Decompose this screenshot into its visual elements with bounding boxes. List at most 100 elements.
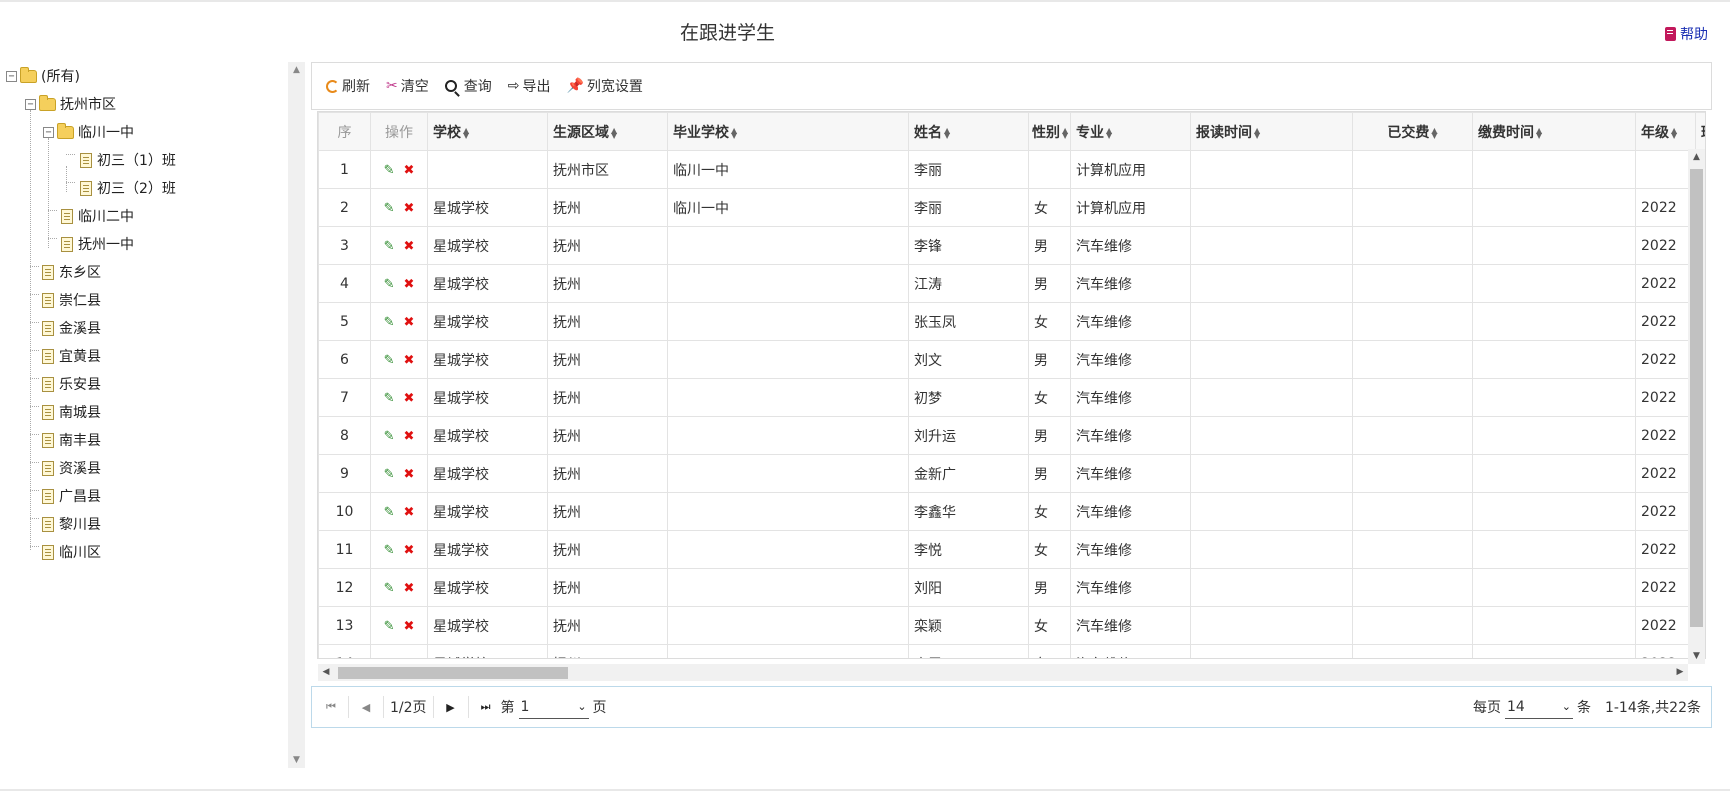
delete-icon[interactable]: ✖ [404,657,415,659]
table-row[interactable]: 14✎✖星城学校抚州秦雪女汽车维修2022 [318,644,1705,659]
table-row[interactable]: 12 ✎ ✖ 星城学校 抚州 刘阳男汽车维修 2022 [318,568,1705,607]
edit-icon[interactable]: ✎ [384,505,395,520]
collapse-icon[interactable]: − [25,98,36,110]
first-page-button[interactable]: ⏮ [320,696,342,718]
scrollbar-thumb[interactable] [1690,169,1703,627]
query-button[interactable]: 查询 [444,76,492,96]
table-row[interactable]: 2 ✎ ✖ 星城学校 抚州 临川一中 李丽女计算机应用 2022 [318,188,1705,227]
table-row[interactable]: 4 ✎ ✖ 星城学校 抚州 江涛男汽车维修 2022 [318,264,1705,303]
sort-icon[interactable]: ▲ ▼ [1254,126,1260,139]
edit-icon[interactable]: ✎ [384,467,395,482]
edit-icon[interactable]: ✎ [384,581,395,596]
column-header-gender[interactable]: 性别 ▲ ▼ [1028,112,1071,151]
edit-icon[interactable]: ✎ [384,239,395,254]
tree-node-county[interactable]: 南城县 [42,400,101,424]
table-row[interactable]: 6 ✎ ✖ 星城学校 抚州 刘文男汽车维修 2022 [318,340,1705,379]
tree-node-county[interactable]: 黎川县 [42,512,101,536]
delete-icon[interactable]: ✖ [404,315,415,330]
delete-icon[interactable]: ✖ [404,353,415,368]
table-row[interactable]: 7 ✎ ✖ 星城学校 抚州 初梦女汽车维修 2022 [318,378,1705,417]
table-row[interactable]: 13 ✎ ✖ 星城学校 抚州 栾颖女汽车维修 2022 [318,606,1705,645]
sort-icon[interactable]: ▲ ▼ [1431,126,1437,139]
tree-node-all[interactable]: − (所有) [6,64,80,88]
table-row[interactable]: 3 ✎ ✖ 星城学校 抚州 李锋男汽车维修 2022 [318,226,1705,265]
grid-horizontal-scrollbar[interactable]: ◀ ▶ [318,664,1688,681]
edit-icon[interactable]: ✎ [384,619,395,634]
scrollbar-thumb[interactable] [338,667,568,679]
table-row[interactable]: 1 ✎ ✖ 抚州市区 临川一中 李丽 计算机应用 [318,150,1705,189]
tree-node-county[interactable]: 临川区 [42,540,101,564]
delete-icon[interactable]: ✖ [404,543,415,558]
scroll-down-arrow-icon[interactable]: ▼ [1688,648,1705,664]
column-header-region[interactable]: 生源区域 ▲ ▼ [547,112,668,151]
tree-node-county[interactable]: 宜黄县 [42,344,101,368]
column-header-major[interactable]: 专业 ▲ ▼ [1070,112,1191,151]
scroll-right-arrow-icon[interactable]: ▶ [1672,664,1688,681]
tree-node-school-2[interactable]: 临川二中 [61,204,134,228]
column-settings-button[interactable]: 📌 列宽设置 [566,76,642,96]
delete-icon[interactable]: ✖ [404,581,415,596]
edit-icon[interactable]: ✎ [384,315,395,330]
tree-node-school-3[interactable]: 抚州一中 [61,232,134,256]
column-header-grade[interactable]: 年级 ▲ ▼ [1635,112,1696,151]
delete-icon[interactable]: ✖ [404,239,415,254]
sort-icon[interactable]: ▲ ▼ [944,126,950,139]
sort-icon[interactable]: ▲ ▼ [731,126,737,139]
tree-node-county[interactable]: 崇仁县 [42,288,101,312]
edit-icon[interactable]: ✎ [384,201,395,216]
column-header-enroll-time[interactable]: 报读时间 ▲ ▼ [1190,112,1353,151]
tree-node-class-1[interactable]: 初三（1）班 [80,148,176,172]
column-header-extra[interactable]: 班 [1695,112,1705,151]
delete-icon[interactable]: ✖ [404,619,415,634]
edit-icon[interactable]: ✎ [384,163,395,178]
delete-icon[interactable]: ✖ [404,163,415,178]
sort-icon[interactable]: ▲ ▼ [1062,126,1068,139]
delete-icon[interactable]: ✖ [404,277,415,292]
column-header-paid[interactable]: 已交费 ▲ ▼ [1352,112,1473,151]
tree-node-class-2[interactable]: 初三（2）班 [80,176,176,200]
export-button[interactable]: ⇨ 导出 [508,76,551,96]
edit-icon[interactable]: ✎ [384,657,395,659]
table-row[interactable]: 10 ✎ ✖ 星城学校 抚州 李鑫华女汽车维修 2022 [318,492,1705,531]
delete-icon[interactable]: ✖ [404,429,415,444]
delete-icon[interactable]: ✖ [404,505,415,520]
table-row[interactable]: 9 ✎ ✖ 星城学校 抚州 金新广男汽车维修 2022 [318,454,1705,493]
delete-icon[interactable]: ✖ [404,391,415,406]
scroll-left-arrow-icon[interactable]: ◀ [318,664,334,681]
tree-node-county[interactable]: 广昌县 [42,484,101,508]
delete-icon[interactable]: ✖ [404,467,415,482]
column-header-name[interactable]: 姓名 ▲ ▼ [908,112,1029,151]
column-header-school[interactable]: 学校 ▲ ▼ [427,112,548,151]
sort-icon[interactable]: ▲ ▼ [611,126,617,139]
collapse-icon[interactable]: − [43,126,54,138]
help-link[interactable]: 帮助 [1665,24,1708,44]
tree-node-county[interactable]: 乐安县 [42,372,101,396]
next-page-button[interactable]: ▶ [440,696,462,718]
tree-node-county[interactable]: 南丰县 [42,428,101,452]
collapse-icon[interactable]: − [6,70,17,82]
edit-icon[interactable]: ✎ [384,277,395,292]
last-page-button[interactable]: ⏭ [475,696,497,718]
table-row[interactable]: 11 ✎ ✖ 星城学校 抚州 李悦女汽车维修 2022 [318,530,1705,569]
scroll-up-arrow-icon[interactable]: ▲ [288,62,305,78]
grid-vertical-scrollbar[interactable]: ▲ ▼ [1688,149,1705,664]
column-header-grad-school[interactable]: 毕业学校 ▲ ▼ [667,112,909,151]
sort-icon[interactable]: ▲ ▼ [1671,126,1677,139]
edit-icon[interactable]: ✎ [384,429,395,444]
tree-node-county[interactable]: 资溪县 [42,456,101,480]
delete-icon[interactable]: ✖ [404,201,415,216]
tree-node-school[interactable]: − 临川一中 [43,120,134,144]
clear-button[interactable]: ✂ 清空 [386,76,429,96]
tree-node-city[interactable]: − 抚州市区 [25,92,116,116]
tree-node-county[interactable]: 金溪县 [42,316,101,340]
scroll-up-arrow-icon[interactable]: ▲ [1688,149,1705,165]
table-row[interactable]: 8 ✎ ✖ 星城学校 抚州 刘升运男汽车维修 2022 [318,416,1705,455]
tree-scrollbar[interactable]: ▲ ▼ [288,62,305,768]
sort-icon[interactable]: ▲ ▼ [1106,126,1112,139]
tree-node-county[interactable]: 东乡区 [42,260,101,284]
edit-icon[interactable]: ✎ [384,543,395,558]
sort-icon[interactable]: ▲ ▼ [463,126,469,139]
refresh-button[interactable]: 刷新 [326,76,370,96]
page-select[interactable]: 1 ⌄ [518,695,589,719]
column-header-pay-time[interactable]: 缴费时间 ▲ ▼ [1472,112,1636,151]
